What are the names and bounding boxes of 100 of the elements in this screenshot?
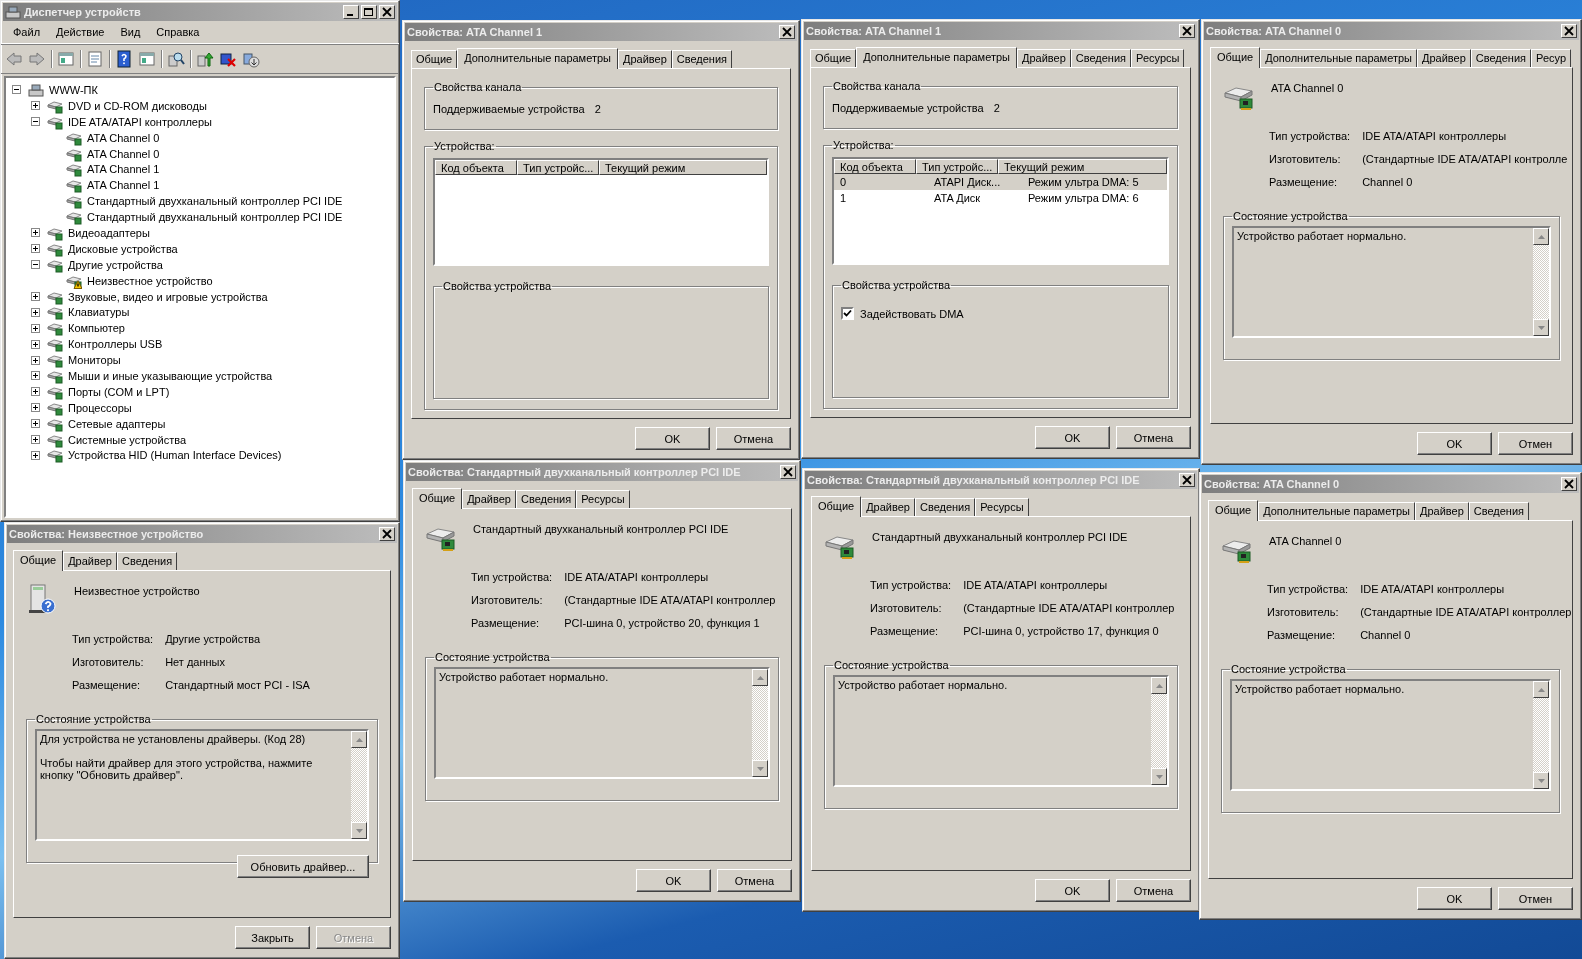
column-header[interactable]: Код объекта — [834, 159, 916, 174]
tree-item[interactable]: ATA Channel 1 — [85, 179, 162, 192]
tab[interactable]: Сведения — [515, 490, 577, 508]
down-arrow-icon[interactable] — [242, 50, 260, 68]
tab[interactable]: Общие — [1210, 47, 1261, 68]
close-button[interactable] — [1179, 473, 1195, 487]
minimize-button[interactable] — [343, 5, 359, 19]
close-button[interactable] — [1561, 24, 1577, 38]
tab[interactable]: Сведения — [1468, 502, 1530, 520]
tab[interactable]: Дополнительные параметры — [457, 48, 618, 69]
tree-item[interactable]: Контроллеры USB — [66, 338, 165, 351]
tree-item[interactable]: Клавиатуры — [66, 306, 132, 319]
column-header[interactable]: Текущий режим — [998, 159, 1167, 174]
tree-item[interactable]: Устройства HID (Human Interface Devices) — [66, 449, 284, 462]
list-row[interactable]: 0 ATAPI Диск... Режим ультра DMA: 5 — [834, 174, 1167, 190]
tree-toggle[interactable] — [31, 387, 40, 397]
tab[interactable]: Дополнительные параметры — [1260, 49, 1417, 67]
tab[interactable]: Дополнительные параметры — [1258, 502, 1415, 520]
window-icon[interactable] — [138, 50, 156, 68]
tree-toggle[interactable] — [31, 244, 40, 254]
tab[interactable]: Ресурсы — [576, 490, 630, 508]
tree-toggle[interactable] — [31, 355, 40, 365]
tab[interactable]: Общие — [412, 488, 463, 509]
tree-toggle[interactable] — [31, 292, 40, 301]
tab[interactable]: Ресурсы — [975, 498, 1029, 516]
tree-item[interactable]: Сетевые адаптеры — [66, 417, 168, 430]
tab[interactable]: Сведения — [914, 498, 976, 516]
dialog-button[interactable]: OK — [1035, 879, 1110, 902]
tab[interactable]: Драйвер — [63, 552, 117, 570]
tree-item[interactable]: Системные устройства — [66, 433, 188, 446]
tree-item[interactable]: Звуковые, видео и игровые устройства — [66, 290, 270, 303]
tab[interactable]: Драйвер — [1017, 49, 1071, 67]
menu-item[interactable]: Файл — [5, 25, 49, 39]
close-button[interactable] — [779, 25, 795, 39]
tree-item[interactable]: Порты (COM и LPT) — [66, 385, 172, 398]
tree-toggle[interactable] — [31, 371, 40, 381]
tab[interactable]: Общие — [1208, 500, 1259, 521]
dialog-button[interactable]: OK — [1035, 426, 1110, 449]
dialog-button[interactable]: Закрыть — [235, 926, 310, 949]
tab[interactable]: Драйвер — [861, 498, 915, 516]
column-header[interactable]: Тип устройс... — [517, 160, 599, 175]
dialog-button[interactable]: OK — [1417, 887, 1492, 910]
tree-item[interactable]: Дисковые устройства — [66, 242, 180, 255]
tree-item[interactable]: Видеоадаптеры — [66, 226, 152, 239]
tab[interactable]: Сведения — [1470, 49, 1532, 67]
tab[interactable]: Драйвер — [462, 490, 516, 508]
dialog-button[interactable]: OK — [636, 869, 711, 892]
tab[interactable]: Драйвер — [618, 50, 672, 68]
up-arrow-icon[interactable] — [196, 50, 214, 68]
window-icon[interactable] — [57, 50, 75, 68]
tab[interactable]: Общие — [810, 49, 857, 67]
close-button[interactable] — [780, 465, 796, 479]
checkbox-label[interactable]: Задействовать DMA — [860, 307, 964, 320]
tree-toggle[interactable] — [31, 117, 40, 127]
dialog-button[interactable]: Отмен — [1498, 887, 1573, 910]
dialog-button[interactable]: OK — [1417, 432, 1492, 455]
dialog-button[interactable]: Отмена — [1116, 426, 1191, 449]
close-button[interactable] — [1179, 24, 1195, 38]
tree-toggle[interactable] — [31, 101, 40, 111]
update-driver-button[interactable]: Обновить драйвер... — [237, 855, 369, 878]
dialog-button[interactable]: Отмена — [716, 427, 791, 450]
dialog-button[interactable]: OK — [635, 427, 710, 450]
tree-toggle[interactable] — [31, 307, 40, 317]
tree-item[interactable]: Стандартный двухканальный контроллер PCI IDE — [85, 211, 345, 224]
tree-item[interactable]: Мыши и иные указывающие устройства — [66, 369, 275, 382]
tab[interactable]: Общие — [811, 496, 862, 517]
close-button[interactable] — [379, 527, 395, 541]
tree-item[interactable]: Другие устройства — [66, 258, 165, 271]
tree-toggle[interactable] — [31, 419, 40, 429]
dialog-button[interactable]: Отмена — [717, 869, 792, 892]
tree-toggle[interactable] — [31, 403, 40, 413]
maximize-button[interactable] — [361, 5, 377, 19]
tree-toggle[interactable] — [31, 260, 40, 270]
tree-item[interactable]: ATA Channel 0 — [85, 131, 162, 144]
tab[interactable]: Ресур — [1531, 49, 1572, 67]
dialog-button[interactable]: Отмен — [1498, 432, 1573, 455]
tree-toggle[interactable] — [31, 323, 40, 333]
tab[interactable]: Драйвер — [1417, 49, 1471, 67]
tab[interactable]: Драйвер — [1415, 502, 1469, 520]
tab[interactable]: Сведения — [671, 50, 733, 68]
tree-toggle[interactable] — [12, 85, 21, 95]
tab[interactable]: Общие — [411, 50, 458, 68]
tab[interactable]: Дополнительные параметры — [856, 47, 1017, 68]
menu-item[interactable]: Действие — [48, 25, 113, 39]
document-icon[interactable] — [86, 50, 104, 68]
column-header[interactable]: Текущий режим — [599, 160, 767, 175]
tree-item[interactable]: Неизвестное устройство — [85, 274, 215, 287]
tree-toggle[interactable] — [31, 339, 40, 349]
checkbox[interactable] — [841, 307, 854, 320]
tab[interactable]: Сведения — [1070, 49, 1132, 67]
tree-item[interactable]: ATA Channel 0 — [85, 147, 162, 160]
tree-item[interactable]: IDE ATA/ATAPI контроллеры — [66, 115, 214, 128]
dialog-button[interactable]: Отмена — [1116, 879, 1191, 902]
column-header[interactable]: Код объекта — [435, 160, 517, 175]
help-icon[interactable] — [115, 50, 133, 68]
menu-item[interactable]: Справка — [148, 25, 208, 39]
tree-toggle[interactable] — [31, 228, 40, 238]
tree-item[interactable]: Компьютер — [66, 322, 127, 335]
magnifier-icon[interactable] — [167, 50, 185, 68]
list-row[interactable]: 1 ATA Диск Режим ультра DMA: 6 — [834, 190, 1167, 206]
